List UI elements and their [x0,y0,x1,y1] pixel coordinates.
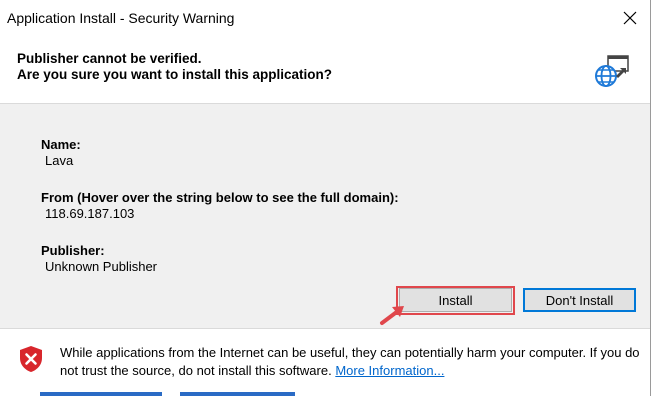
close-icon [623,11,637,25]
dont-install-button[interactable]: Don't Install [523,288,636,312]
publisher-value: Unknown Publisher [45,259,158,274]
warning-footer: While applications from the Internet can… [0,328,650,396]
publisher-label: Publisher: [41,243,105,258]
name-label: Name: [41,137,81,152]
shield-x-icon [20,346,42,372]
header-publisher-warning: Publisher cannot be verified. [17,51,202,66]
from-label: From (Hover over the string below to see… [41,190,399,205]
header-install-question: Are you sure you want to install this ap… [17,67,333,82]
more-information-link[interactable]: More Information... [335,363,444,378]
globe-window-icon [595,55,629,87]
taskbar-strip-right [180,392,295,396]
install-button[interactable]: Install [399,288,512,312]
name-value: Lava [45,153,74,168]
from-value[interactable]: 118.69.187.103 [45,206,134,221]
close-button[interactable] [615,4,645,32]
window-title: Application Install - Security Warning [7,10,235,26]
taskbar-strip-left [40,392,162,396]
dialog-header: Publisher cannot be verified. Are you su… [0,36,650,104]
security-warning-dialog: Application Install - Security Warning P… [0,0,651,396]
warning-message: While applications from the Internet can… [60,344,640,380]
title-bar: Application Install - Security Warning [0,0,650,36]
red-arrow-icon [380,306,404,325]
